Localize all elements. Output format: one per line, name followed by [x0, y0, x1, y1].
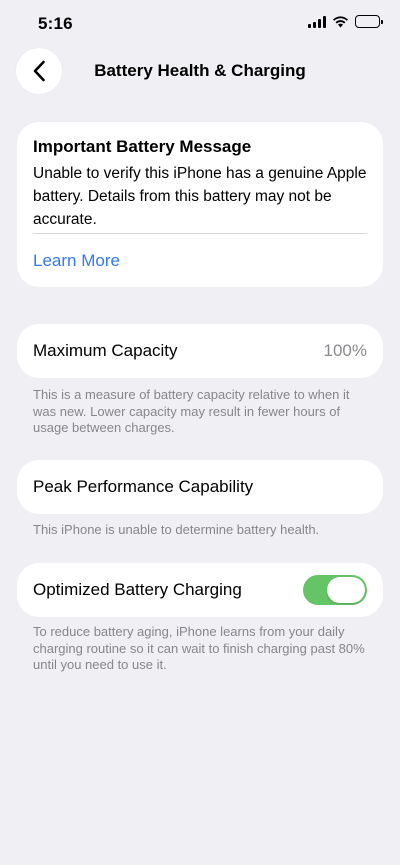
battery-message-body: Unable to verify this iPhone has a genui…: [33, 165, 367, 228]
optimized-charging-footnote: To reduce battery aging, iPhone learns f…: [33, 624, 365, 672]
peak-performance-row[interactable]: Peak Performance Capability: [17, 460, 383, 514]
battery-message-card: Important Battery Message Unable to veri…: [17, 122, 383, 287]
peak-performance-label: Peak Performance Capability: [33, 477, 254, 496]
cellular-signal-icon: [308, 15, 326, 28]
optimized-charging-toggle[interactable]: [303, 575, 367, 605]
page-title: Battery Health & Charging: [94, 61, 306, 80]
maximum-capacity-value: 100%: [323, 341, 367, 360]
toggle-knob: [327, 577, 365, 603]
learn-more-link[interactable]: Learn More: [33, 251, 120, 271]
optimized-charging-row: Optimized Battery Charging: [17, 563, 383, 617]
battery-health-screen: 5:16 Battery Health & Charging Important…: [0, 0, 400, 865]
battery-message-title: Important Battery Message: [33, 137, 252, 156]
divider: [33, 233, 367, 234]
status-icons: [308, 15, 383, 28]
optimized-charging-label: Optimized Battery Charging: [33, 580, 242, 599]
status-bar: 5:16: [0, 0, 400, 48]
status-time: 5:16: [38, 14, 73, 33]
maximum-capacity-row: Maximum Capacity 100%: [17, 324, 383, 378]
maximum-capacity-footnote: This is a measure of battery capacity re…: [33, 387, 350, 435]
peak-performance-footnote: This iPhone is unable to determine batte…: [33, 522, 320, 537]
wifi-icon: [333, 16, 348, 28]
battery-icon: [355, 15, 383, 28]
maximum-capacity-label: Maximum Capacity: [33, 341, 178, 360]
